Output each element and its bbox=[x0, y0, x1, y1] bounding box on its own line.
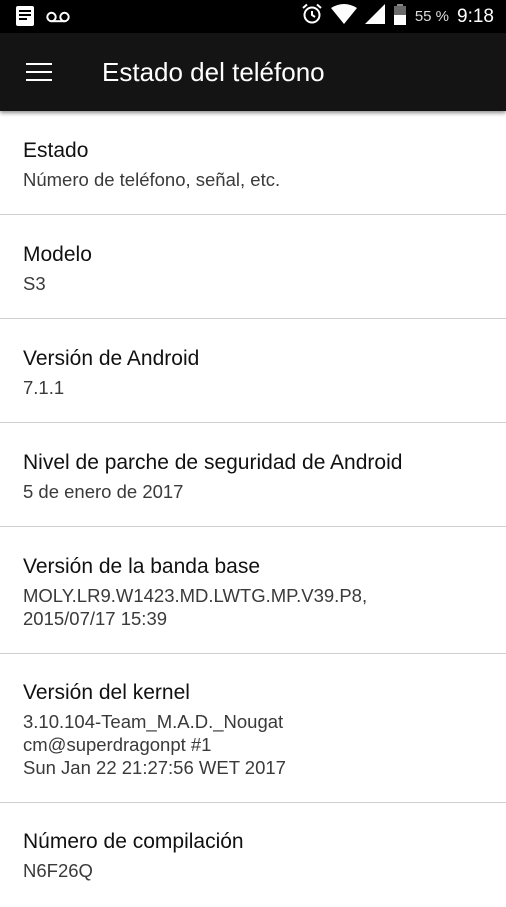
item-title: Nivel de parche de seguridad de Android bbox=[23, 451, 403, 474]
hamburger-menu-icon bbox=[26, 63, 52, 81]
notification-icon bbox=[16, 6, 34, 31]
list-item-baseband-version[interactable]: Versión de la banda base MOLY.LR9.W1423.… bbox=[0, 527, 506, 654]
settings-list: Estado Número de teléfono, señal, etc. M… bbox=[0, 111, 506, 907]
item-title: Número de compilación bbox=[23, 830, 244, 853]
list-item-build-number[interactable]: Número de compilación N6F26Q bbox=[0, 803, 506, 907]
battery-icon bbox=[393, 3, 407, 30]
voicemail-icon bbox=[46, 10, 70, 28]
status-bar-left bbox=[16, 6, 70, 31]
item-subtitle: S3 bbox=[23, 273, 46, 294]
item-subtitle: N6F26Q bbox=[23, 860, 93, 881]
menu-button[interactable] bbox=[15, 48, 63, 96]
signal-icon bbox=[364, 4, 385, 29]
status-bar: 55 % 9:18 bbox=[0, 0, 506, 33]
item-title: Versión de Android bbox=[23, 347, 200, 370]
item-subtitle: MOLY.LR9.W1423.MD.LWTG.MP.V39.P8, 2015/0… bbox=[23, 585, 368, 629]
page-title: Estado del teléfono bbox=[102, 57, 325, 87]
list-item-kernel-version[interactable]: Versión del kernel 3.10.104-Team_M.A.D._… bbox=[0, 654, 506, 803]
wifi-icon bbox=[330, 4, 357, 29]
list-item-android-version[interactable]: Versión de Android 7.1.1 bbox=[0, 319, 506, 423]
app-toolbar: Estado del teléfono bbox=[0, 33, 506, 111]
battery-percent: 55 % bbox=[414, 8, 450, 25]
list-item-security-patch[interactable]: Nivel de parche de seguridad de Android … bbox=[0, 423, 506, 527]
alarm-icon bbox=[301, 3, 323, 30]
item-title: Modelo bbox=[23, 243, 92, 266]
item-subtitle: 3.10.104-Team_M.A.D._Nougat cm@superdrag… bbox=[23, 711, 286, 778]
item-subtitle: 7.1.1 bbox=[23, 377, 65, 398]
status-bar-right: 55 % 9:18 bbox=[301, 0, 494, 33]
item-title: Estado bbox=[23, 139, 89, 162]
list-item-modelo[interactable]: Modelo S3 bbox=[0, 215, 506, 319]
item-subtitle: 5 de enero de 2017 bbox=[23, 481, 184, 502]
item-title: Versión del kernel bbox=[23, 681, 190, 704]
clock: 9:18 bbox=[457, 5, 494, 27]
list-item-estado[interactable]: Estado Número de teléfono, señal, etc. bbox=[0, 111, 506, 215]
item-subtitle: Número de teléfono, señal, etc. bbox=[23, 169, 281, 190]
item-title: Versión de la banda base bbox=[23, 555, 261, 578]
